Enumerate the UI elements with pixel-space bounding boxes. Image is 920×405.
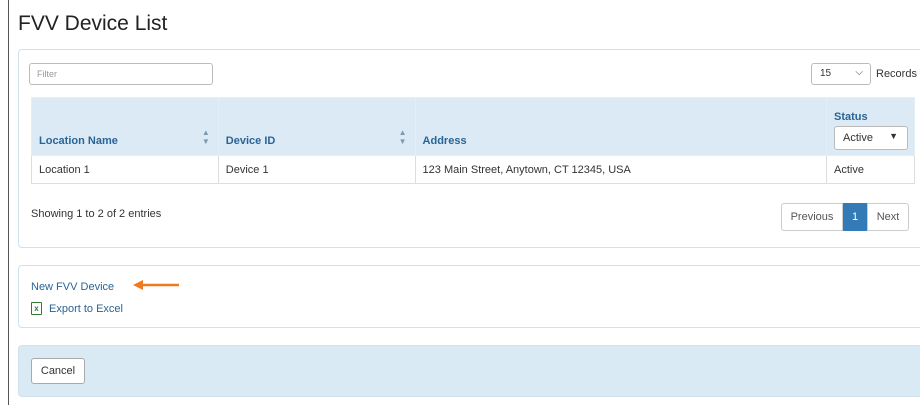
filter-input[interactable] — [29, 63, 213, 85]
export-to-excel-link[interactable]: Export to Excel — [49, 303, 123, 315]
page-title: FVV Device List — [18, 12, 168, 35]
column-label: Location Name — [39, 135, 118, 147]
cell-address: 123 Main Street, Anytown, CT 12345, USA — [414, 155, 828, 184]
sort-icon[interactable]: ▲ ▼ — [202, 128, 210, 146]
column-status: Status Active ▼ — [826, 97, 915, 156]
device-table: Location Name ▲ ▼ Device ID ▲ ▼ Address St… — [31, 97, 915, 184]
column-label: Device ID — [225, 135, 276, 147]
cell-status: Active — [826, 155, 915, 184]
cell-device-id: Device 1 — [217, 155, 416, 184]
pagination: Previous 1 Next — [781, 203, 909, 231]
cell-location-name: Location 1 — [31, 155, 219, 184]
cancel-button[interactable]: Cancel — [31, 358, 85, 384]
status-filter-select[interactable]: Active ▼ — [834, 126, 908, 150]
excel-icon[interactable]: x — [31, 302, 42, 315]
column-label: Address — [422, 135, 467, 147]
new-fvv-device-link[interactable]: New FVV Device — [31, 281, 114, 293]
next-page-button[interactable]: Next — [867, 203, 909, 231]
column-location-name[interactable]: Location Name ▲ ▼ — [31, 97, 219, 156]
caret-down-icon: ▼ — [889, 131, 898, 141]
sort-icon[interactable]: ▲ ▼ — [399, 128, 407, 146]
column-address: Address — [414, 97, 828, 156]
device-list-panel: 15 ⌵ Records Location Name ▲▼ Device ID … — [18, 49, 920, 248]
column-device-id[interactable]: Device ID ▲ ▼ — [217, 97, 416, 156]
chevron-down-icon: ⌵ — [855, 67, 863, 78]
table-row[interactable]: Location 1 Device 1 123 Main Street, Any… — [31, 155, 915, 184]
footer-panel: Cancel — [18, 345, 920, 397]
column-label: Status — [834, 111, 868, 123]
records-value: 15 — [820, 68, 832, 79]
records-label: Records — [876, 68, 917, 80]
status-filter-value: Active — [843, 132, 873, 144]
page-1-button[interactable]: 1 — [843, 203, 867, 231]
actions-panel: New FVV Device x Export to Excel — [18, 265, 920, 328]
showing-entries-text: Showing 1 to 2 of 2 entries — [31, 208, 162, 220]
arrow-left-icon — [133, 280, 179, 290]
records-select[interactable]: 15 ⌵ — [811, 63, 871, 85]
previous-page-button[interactable]: Previous — [781, 203, 843, 231]
